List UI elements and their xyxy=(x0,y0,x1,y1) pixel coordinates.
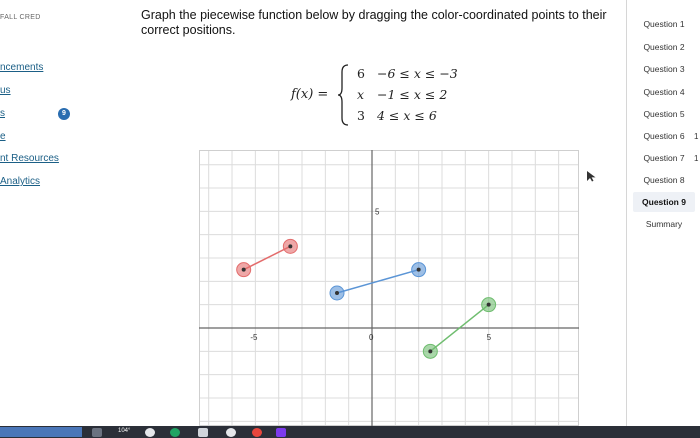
nav-student-resources[interactable]: nt Resources xyxy=(0,153,59,164)
blue-point-center xyxy=(335,291,340,296)
task-view-icon[interactable] xyxy=(92,428,102,437)
weather-temperature: 104° xyxy=(118,428,131,434)
unread-badge: 9 xyxy=(58,108,70,120)
case-3-condition: 4 ≤ x ≤ 6 xyxy=(377,108,437,123)
question-item[interactable]: Question 7 xyxy=(633,148,695,168)
green-point-center xyxy=(428,349,433,354)
question-prompt: Graph the piecewise function below by dr… xyxy=(141,8,607,37)
tick-label-origin: 0 xyxy=(369,333,374,342)
question-item[interactable]: Question 4 xyxy=(633,82,695,102)
nav-grade[interactable]: e xyxy=(0,131,6,142)
graph-border xyxy=(199,150,579,426)
summary-item[interactable]: Summary xyxy=(633,214,695,234)
question-item[interactable]: Question 6 xyxy=(633,126,695,146)
browser-icon[interactable] xyxy=(170,428,180,437)
tick-label-x-pos5: 5 xyxy=(487,333,492,342)
function-name: f(x) = xyxy=(291,87,329,102)
green-point-center xyxy=(486,302,491,307)
course-navigation: FALL CRED ncements us s 9 e nt Resources… xyxy=(0,0,138,426)
app-icon[interactable] xyxy=(276,428,286,437)
question-item-current[interactable]: Question 9 xyxy=(633,192,695,212)
coordinate-grid[interactable]: -5 0 5 5 xyxy=(199,150,579,426)
left-brace-icon xyxy=(337,64,349,126)
question-list: Question 1 Question 2 Question 3 Questio… xyxy=(626,0,700,426)
question-item[interactable]: Question 2 xyxy=(633,37,695,57)
question-item[interactable]: Question 5 xyxy=(633,104,695,124)
nav-announcements[interactable]: ncements xyxy=(0,62,43,73)
nav-assignments[interactable]: s xyxy=(0,108,5,119)
mouse-cursor-icon xyxy=(587,171,596,182)
question-item[interactable]: Question 3 xyxy=(633,59,695,79)
chrome-icon[interactable] xyxy=(252,428,262,437)
tick-label-x-neg5: -5 xyxy=(250,333,258,342)
red-point-center xyxy=(241,267,246,272)
case-2-condition: −1 ≤ x ≤ 2 xyxy=(377,87,448,102)
taskbar: 104° xyxy=(0,426,700,438)
nav-status[interactable]: us xyxy=(0,85,11,96)
app-icon[interactable] xyxy=(226,428,236,437)
app-icon[interactable] xyxy=(198,428,208,437)
case-1-value: 6 xyxy=(357,66,365,81)
nav-analytics[interactable]: Analytics xyxy=(0,176,40,187)
case-2-value: x xyxy=(357,87,365,102)
taskbar-search[interactable] xyxy=(0,427,82,437)
blue-point-center xyxy=(416,267,421,272)
course-code: FALL CRED xyxy=(0,14,41,21)
red-point-center xyxy=(288,244,293,249)
question-item[interactable]: Question 8 xyxy=(633,170,695,190)
side-marker: 1 xyxy=(694,132,699,141)
question-item[interactable]: Question 1 xyxy=(633,14,695,34)
side-marker: 1 xyxy=(694,154,699,163)
app-icon[interactable] xyxy=(145,428,155,437)
case-1-condition: −6 ≤ x ≤ −3 xyxy=(377,66,458,81)
piecewise-formula: f(x) = 6 −6 ≤ x ≤ −3 x −1 ≤ x ≤ 2 3 4 ≤ … xyxy=(291,64,511,128)
tick-label-y-pos5: 5 xyxy=(375,207,380,216)
case-3-value: 3 xyxy=(357,108,365,123)
graph-area[interactable]: -5 0 5 5 xyxy=(199,150,579,426)
